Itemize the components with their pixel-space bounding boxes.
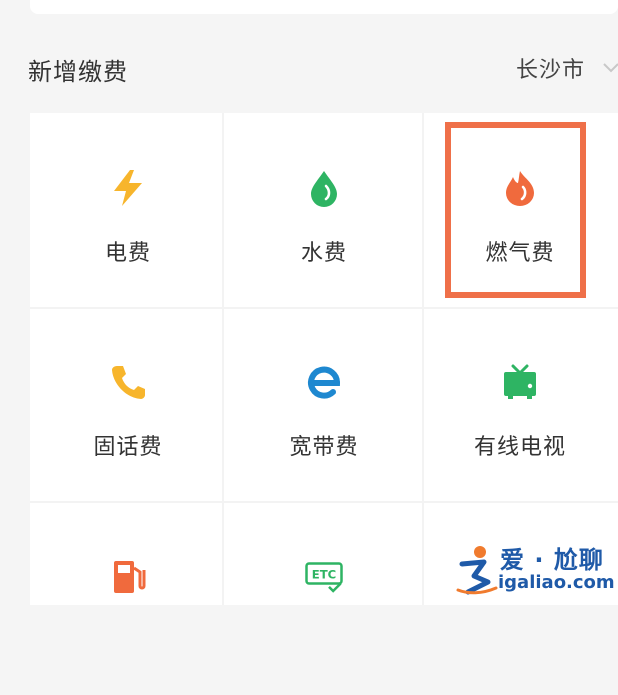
etc-fee-item[interactable]: ETC bbox=[226, 501, 422, 695]
cable-tv-item[interactable]: 有线电视 bbox=[422, 307, 618, 501]
city-select[interactable]: 长沙市 bbox=[516, 52, 618, 84]
water-fee-item[interactable]: 水费 bbox=[226, 113, 422, 307]
lightning-icon bbox=[108, 168, 148, 208]
item-label: 水费 bbox=[300, 241, 347, 266]
payment-grid: 电费 水费 燃气费 固话费 宽带费 有线电视 ETC bbox=[30, 113, 618, 605]
runner-logo-icon bbox=[456, 546, 498, 595]
chevron-down-icon bbox=[603, 63, 618, 73]
item-label: 电费 bbox=[104, 241, 151, 266]
flame-icon bbox=[500, 168, 540, 208]
landline-fee-item[interactable]: 固话费 bbox=[30, 307, 226, 501]
city-label: 长沙市 bbox=[516, 58, 586, 83]
fuel-pump-icon bbox=[108, 556, 148, 596]
electricity-fee-item[interactable]: 电费 bbox=[30, 113, 226, 307]
item-label: 宽带费 bbox=[289, 435, 359, 460]
watermark: 爱 · 尬聊 igaliao.com bbox=[452, 536, 618, 605]
top-card bbox=[30, 0, 618, 14]
item-label: 有线电视 bbox=[473, 435, 566, 460]
broadband-icon bbox=[304, 362, 344, 402]
section-header: 新增缴费 长沙市 bbox=[0, 44, 618, 94]
watermark-text: 爱 · 尬聊 bbox=[500, 546, 604, 574]
item-label: 燃气费 bbox=[485, 241, 555, 266]
fuel-fee-item[interactable] bbox=[30, 501, 226, 695]
gas-fee-item[interactable]: 燃气费 bbox=[422, 113, 618, 307]
section-title: 新增缴费 bbox=[28, 58, 128, 86]
item-label: 固话费 bbox=[93, 435, 163, 460]
broadband-fee-item[interactable]: 宽带费 bbox=[226, 307, 422, 501]
svg-text:ETC: ETC bbox=[312, 568, 336, 582]
phone-icon bbox=[108, 362, 148, 402]
tv-icon bbox=[500, 362, 540, 402]
watermark-url: igaliao.com bbox=[498, 572, 615, 593]
etc-icon: ETC bbox=[304, 556, 344, 596]
water-drop-icon bbox=[304, 168, 344, 208]
